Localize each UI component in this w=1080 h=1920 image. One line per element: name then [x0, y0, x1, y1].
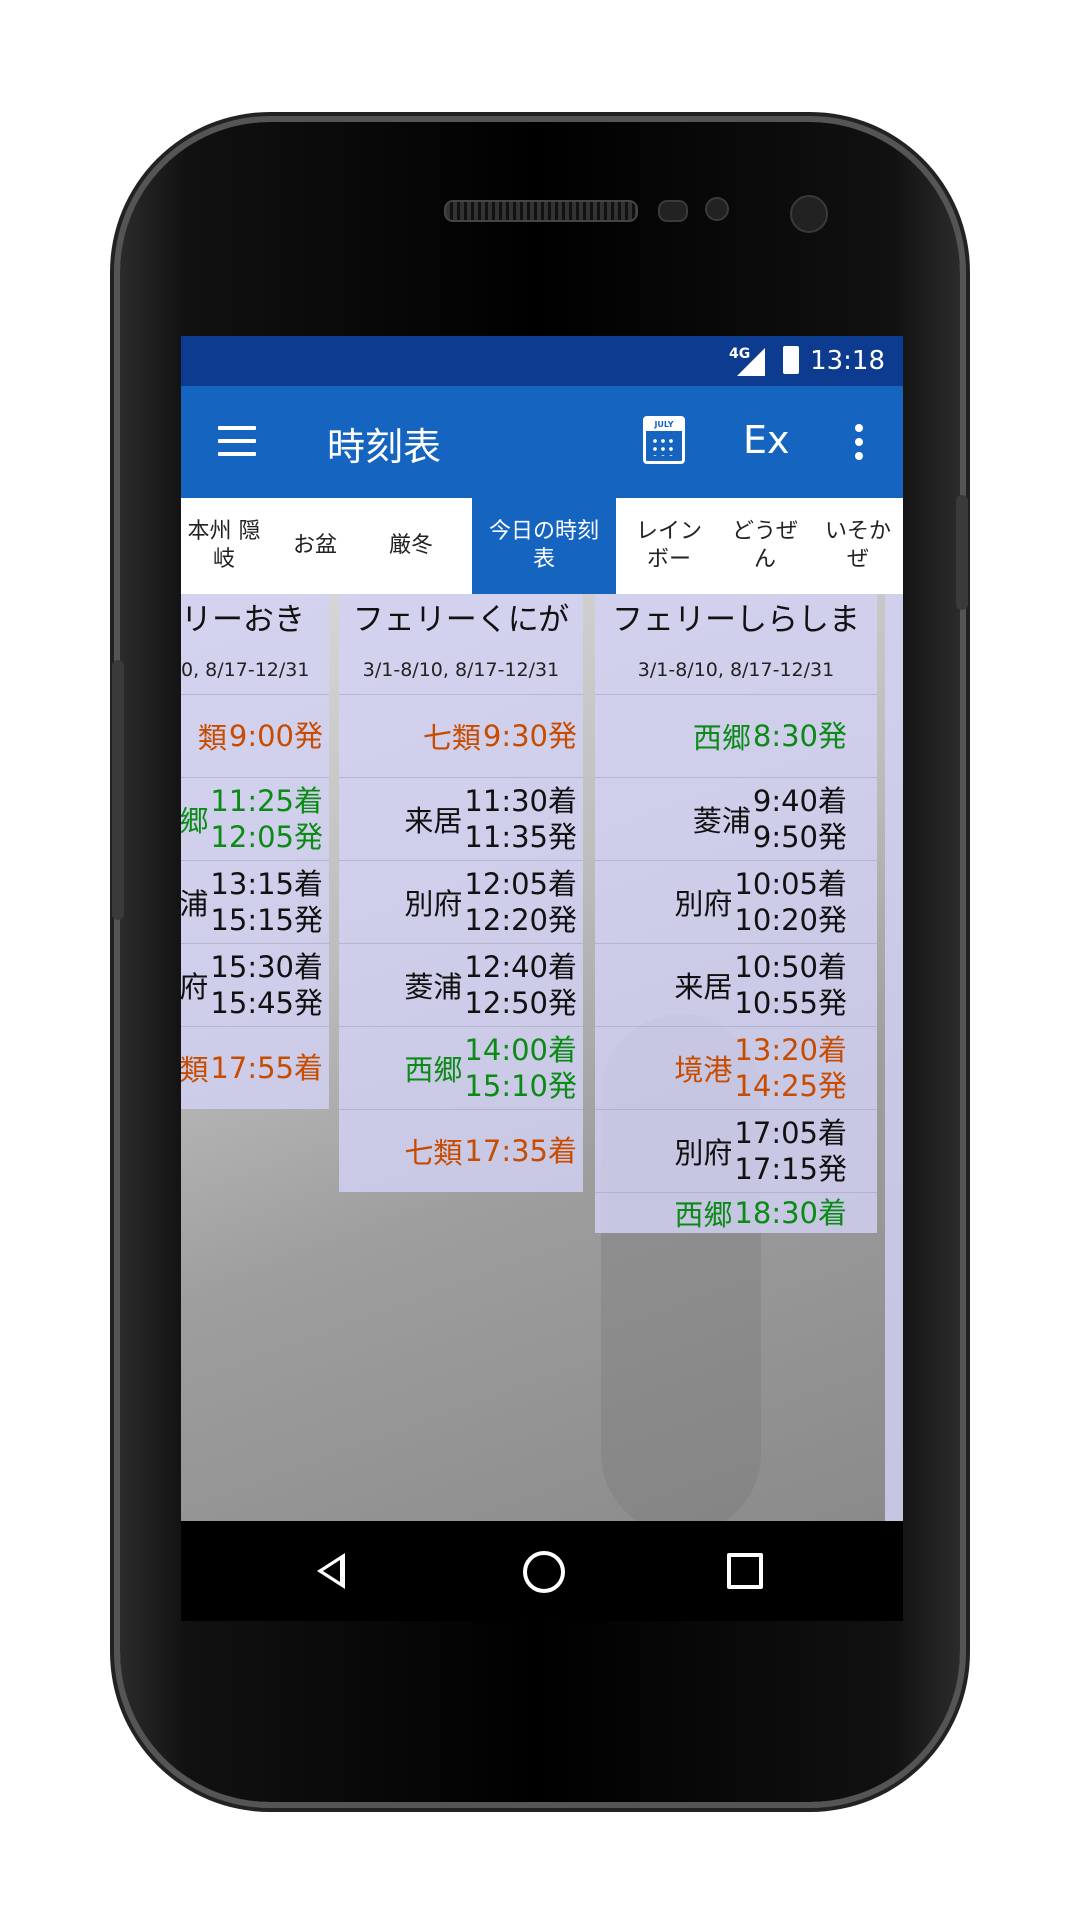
- timetable-row: 菱浦 9:40着 9:50発: [595, 777, 877, 860]
- timetable-row: 西郷 18:30着: [595, 1192, 877, 1233]
- battery-icon: [783, 346, 799, 374]
- tab-honshu-oki[interactable]: 本州 隠岐: [181, 498, 267, 594]
- proximity-sensor: [658, 200, 688, 222]
- volume-button: [112, 660, 124, 920]
- home-icon[interactable]: [523, 1551, 565, 1593]
- front-camera: [790, 195, 828, 233]
- tab-today[interactable]: 今日の時刻表: [472, 498, 616, 594]
- navigation-bar: [181, 1521, 903, 1621]
- timetable-row: 七類 17:35着: [339, 1109, 583, 1192]
- service-dates: 0, 8/17-12/31: [181, 659, 310, 681]
- ferry-column-kuniga: フェリーくにが 3/1-8/10, 8/17-12/31 七類 9:30発 来居 1…: [339, 594, 583, 1192]
- status-bar: 4G 13:18: [181, 336, 903, 386]
- timetable-row: 来居 10:50着 10:55発: [595, 943, 877, 1026]
- menu-icon[interactable]: [218, 426, 256, 456]
- timetable-row: 西郷 8:30発: [595, 694, 877, 777]
- service-dates: 3/1-8/10, 8/17-12/31: [362, 659, 560, 681]
- power-button: [956, 495, 968, 610]
- service-dates: 3/1-8/10, 8/17-12/31: [637, 659, 835, 681]
- timetable-area[interactable]: リーおき 0, 8/17-12/31 類 9:00発 郷 11:25着 12:05発 …: [181, 594, 903, 1521]
- overflow-menu-icon[interactable]: [855, 424, 863, 466]
- ferry-column-oki: リーおき 0, 8/17-12/31 類 9:00発 郷 11:25着 12:05発 …: [181, 594, 329, 1109]
- ex-button[interactable]: Ex: [743, 418, 790, 462]
- timetable-row: 七類 9:30発: [339, 694, 583, 777]
- tab-obon[interactable]: お盆: [267, 498, 363, 594]
- timetable-row: 浦 13:15着 15:15発: [181, 860, 329, 943]
- tab-bar: 本州 隠岐 お盆 厳冬 今日の時刻表 レインボー どうぜん いそかぜ: [181, 498, 903, 594]
- clock: 13:18: [810, 346, 885, 376]
- ferry-column-next: [885, 594, 903, 1521]
- tab-isokaze[interactable]: いそかぜ: [813, 498, 903, 594]
- earpiece-speaker: [444, 200, 638, 222]
- ferry-name: フェリーくにが: [352, 602, 570, 638]
- signal-icon: [737, 348, 765, 376]
- tab-dozen[interactable]: どうぜん: [717, 498, 813, 594]
- tab-rainbow[interactable]: レインボー: [621, 498, 717, 594]
- light-sensor: [705, 197, 729, 221]
- timetable-row: 境港 13:20着 14:25発: [595, 1026, 877, 1109]
- timetable-row: 別府 17:05着 17:15発: [595, 1109, 877, 1192]
- timetable-row: 別府 10:05着 10:20発: [595, 860, 877, 943]
- timetable-row: 郷 11:25着 12:05発: [181, 777, 329, 860]
- ferry-name: リーおき: [181, 602, 305, 638]
- timetable-row: 類 17:55着: [181, 1026, 329, 1109]
- calendar-month-label: JULY: [646, 419, 682, 431]
- screen: 4G 13:18 時刻表 JULY Ex 本州 隠岐 お盆 厳冬 今日の時刻表 …: [181, 336, 903, 1621]
- calendar-icon[interactable]: JULY: [643, 416, 685, 464]
- timetable-row: 菱浦 12:40着 12:50発: [339, 943, 583, 1026]
- timetable-row: 別府 12:05着 12:20発: [339, 860, 583, 943]
- timetable-row: 府 15:30着 15:45発: [181, 943, 329, 1026]
- timetable-row: 西郷 14:00着 15:10発: [339, 1026, 583, 1109]
- timetable-row: 類 9:00発: [181, 694, 329, 777]
- ferry-name: フェリーしらしま: [612, 602, 860, 638]
- page-title: 時刻表: [327, 425, 442, 469]
- app-bar: 時刻表 JULY Ex: [181, 386, 903, 498]
- ferry-column-shirashima: フェリーしらしま 3/1-8/10, 8/17-12/31 西郷 8:30発 菱浦…: [595, 594, 877, 1233]
- tab-gento[interactable]: 厳冬: [363, 498, 459, 594]
- timetable-row: 来居 11:30着 11:35発: [339, 777, 583, 860]
- recent-apps-icon[interactable]: [727, 1553, 763, 1589]
